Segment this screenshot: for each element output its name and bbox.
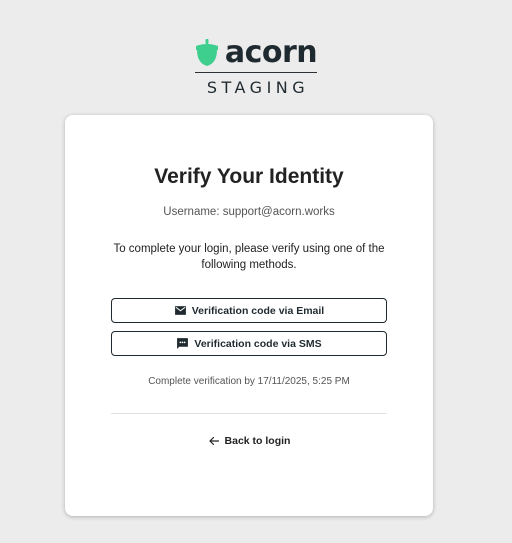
- email-verification-button[interactable]: Verification code via Email: [111, 298, 387, 323]
- arrow-left-icon: [208, 436, 219, 446]
- verify-card: Verify Your Identity Username: support@a…: [65, 115, 433, 516]
- username-text: Username: support@acorn.works: [163, 206, 335, 218]
- verification-deadline: Complete verification by 17/11/2025, 5:2…: [148, 376, 350, 387]
- back-to-login-label: Back to login: [224, 435, 291, 447]
- page: acorn STAGING Verify Your Identity Usern…: [0, 0, 512, 543]
- sms-button-label: Verification code via SMS: [194, 337, 322, 350]
- environment-label: STAGING: [206, 78, 310, 97]
- brand-wordmark: acorn: [224, 35, 318, 70]
- page-title: Verify Your Identity: [154, 165, 344, 188]
- acorn-icon: [195, 39, 218, 66]
- divider: [111, 413, 387, 414]
- sms-verification-button[interactable]: Verification code via SMS: [111, 331, 387, 356]
- brand-logo: acorn STAGING: [0, 36, 512, 97]
- sms-icon: [177, 338, 189, 349]
- instruction-text: To complete your login, please verify us…: [113, 243, 385, 271]
- email-button-label: Verification code via Email: [191, 304, 325, 317]
- mail-icon: [174, 306, 186, 315]
- back-to-login-link[interactable]: Back to login: [65, 435, 433, 447]
- logo-divider: [195, 72, 317, 73]
- logo-row: acorn: [195, 35, 318, 70]
